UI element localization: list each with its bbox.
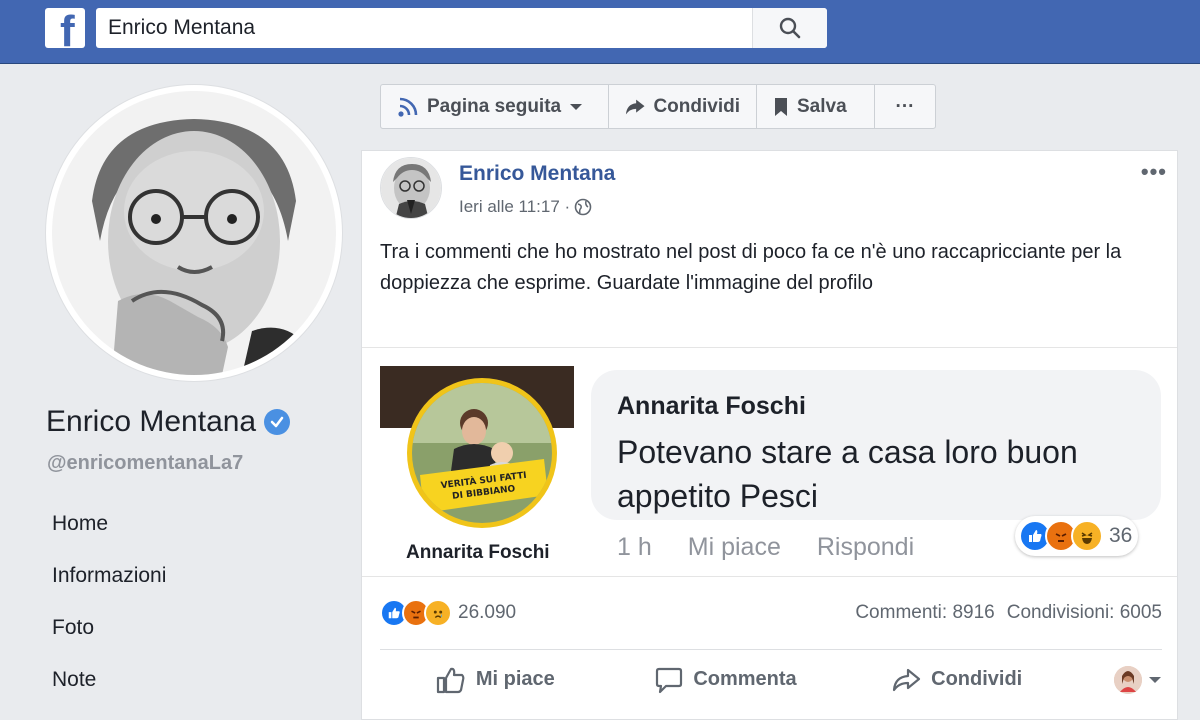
verified-badge-icon: [264, 409, 291, 435]
engagement-counts: Commenti: 8916 Condivisioni: 6005: [855, 602, 1162, 624]
author-photo: [381, 158, 441, 218]
facebook-logo-icon[interactable]: f: [45, 8, 85, 48]
profile-photo: [52, 91, 336, 375]
nav-photos[interactable]: Foto: [52, 613, 166, 665]
page-nav: Home Informazioni Foto Note: [52, 509, 166, 717]
post-text: Tra i commenti che ho mostrato nel post …: [380, 241, 1122, 294]
post-author-avatar[interactable]: [380, 157, 442, 219]
bookmark-icon: [775, 97, 787, 116]
page-handle[interactable]: @enricomentanaLa7: [47, 452, 243, 475]
share-arrow-icon: [893, 668, 921, 691]
more-dots-icon: ···: [895, 95, 915, 117]
comment-reaction-count: 36: [1109, 524, 1133, 547]
logo-letter: f: [60, 8, 75, 49]
search-icon: [779, 17, 801, 39]
share-arrow-icon: [625, 99, 645, 114]
reactions-summary[interactable]: 26.090: [380, 599, 516, 627]
search-button[interactable]: [752, 8, 827, 48]
commenter-profile-image: VERITÀ SUI FATTI DI BIBBIANO: [412, 383, 552, 523]
share-button[interactable]: Condividi: [841, 667, 1072, 693]
comment-bubble: Annarita Foschi Potevano stare a casa lo…: [591, 370, 1161, 520]
nav-home[interactable]: Home: [52, 509, 166, 561]
react-as-selector[interactable]: [1072, 665, 1162, 694]
save-label: Salva: [797, 95, 847, 117]
caret-down-icon: [1149, 676, 1162, 683]
page-name: Enrico Mentana: [46, 405, 291, 439]
post-timestamp: Ieri alle 11:17 ·: [459, 197, 592, 217]
nav-info[interactable]: Informazioni: [52, 561, 166, 613]
left-column: Enrico Mentana @enricomentanaLa7 Home In…: [0, 65, 358, 720]
post-author-name[interactable]: Enrico Mentana: [459, 162, 615, 186]
page-name-text: Enrico Mentana: [46, 405, 257, 438]
comment-button[interactable]: Commenta: [611, 666, 842, 694]
share-label: Condividi: [931, 668, 1023, 690]
haha-reaction-icon: [1071, 520, 1103, 552]
like-button[interactable]: Mi piace: [380, 666, 611, 694]
comment-reactions: 36: [1015, 516, 1139, 556]
comment-text: Potevano stare a casa loro buon appetito…: [617, 434, 1078, 514]
sad-reaction-icon: [424, 599, 452, 627]
followed-page-button[interactable]: Pagina seguita: [381, 85, 609, 128]
comment-like-link: Mi piace: [687, 533, 781, 561]
like-label: Mi piace: [475, 668, 555, 690]
profile-picture[interactable]: [46, 85, 342, 381]
post-actions: Mi piace Commenta Condividi: [380, 649, 1162, 709]
share-label: Condividi: [653, 95, 740, 117]
comment-reply-link: Rispondi: [816, 533, 915, 561]
embedded-commenter-avatar: VERITÀ SUI FATTI DI BIBBIANO: [407, 378, 557, 528]
embedded-profile-photo: VERITÀ SUI FATTI DI BIBBIANO: [380, 366, 574, 550]
followed-label: Pagina seguita: [427, 95, 562, 117]
caret-down-icon: [570, 103, 583, 110]
thumbs-up-icon: [436, 667, 465, 693]
more-options-button[interactable]: ···: [875, 85, 935, 128]
comments-count[interactable]: Commenti: 8916: [855, 602, 994, 624]
save-page-button[interactable]: Salva: [757, 85, 875, 128]
nav-notes[interactable]: Note: [52, 665, 166, 717]
top-bar: f: [0, 0, 1200, 64]
post-time-text[interactable]: Ieri alle 11:17 ·: [459, 197, 570, 217]
comment-actions: 1 h Mi piace Rispondi: [617, 533, 914, 562]
comment-label: Commenta: [693, 668, 797, 690]
shares-count[interactable]: Condivisioni: 6005: [1007, 602, 1162, 624]
page-action-toolbar: Pagina seguita Condividi Salva ···: [380, 84, 936, 129]
post-embedded-image[interactable]: VERITÀ SUI FATTI DI BIBBIANO Annarita Fo…: [362, 347, 1177, 577]
post-options-icon[interactable]: •••: [1141, 159, 1167, 185]
search-input[interactable]: [96, 8, 752, 48]
comment-author: Annarita Foschi: [617, 392, 806, 420]
share-page-button[interactable]: Condividi: [609, 85, 757, 128]
search-bar: [96, 8, 827, 48]
post-stats: 26.090 Commenti: 8916 Condivisioni: 6005: [380, 595, 1162, 631]
embedded-photo-name: Annarita Foschi: [406, 542, 550, 563]
rss-icon: [398, 97, 418, 117]
current-user-avatar: [1114, 665, 1143, 694]
reactions-count: 26.090: [458, 602, 517, 623]
comment-time: 1 h: [617, 533, 652, 561]
comment-bubble-icon: [656, 667, 683, 693]
post-card: Enrico Mentana Ieri alle 11:17 · ••• Tra…: [361, 150, 1178, 720]
globe-icon: [574, 198, 592, 216]
